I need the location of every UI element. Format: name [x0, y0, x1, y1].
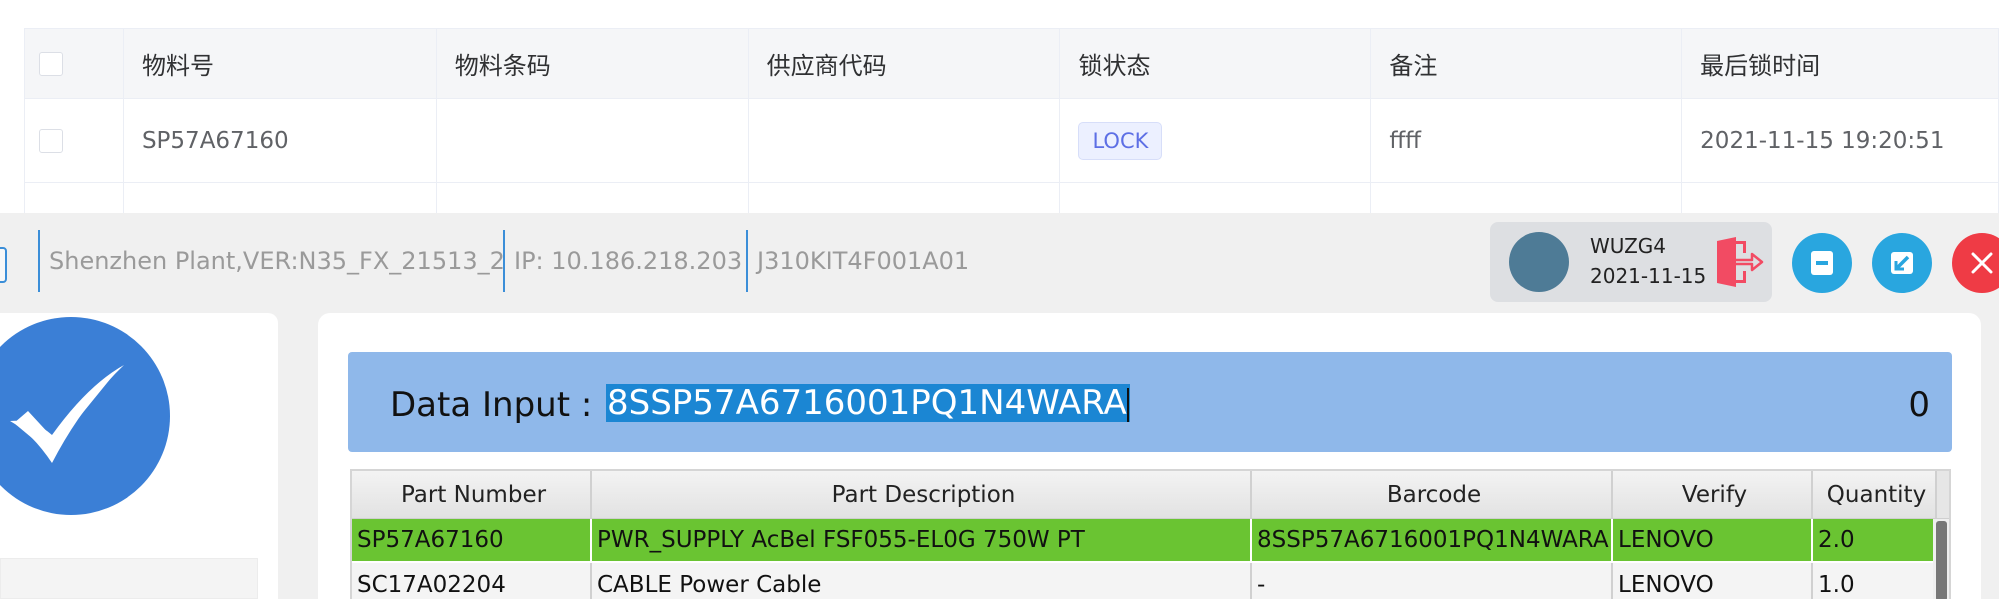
lock-status-badge: LOCK: [1078, 121, 1163, 160]
check-circle-icon: [0, 317, 170, 515]
close-button[interactable]: [1952, 233, 1999, 293]
grid-header-part-number[interactable]: Part Number: [352, 471, 592, 518]
grid-cell-description: PWR_SUPPLY AcBel FSF055-EL0G 750W PT: [592, 519, 1252, 563]
grid-cell-barcode: 8SSP57A6716001PQ1N4WARA: [1252, 519, 1613, 563]
row-checkbox[interactable]: [39, 128, 63, 153]
plant-version-label: Shenzhen Plant,VER:N35_FX_21513_2: [49, 247, 505, 275]
logout-icon[interactable]: [1712, 235, 1764, 289]
grid-header-quantity[interactable]: Quantity: [1813, 471, 1937, 518]
grid-header-barcode[interactable]: Barcode: [1252, 471, 1613, 518]
cell-remark: ffff: [1371, 99, 1683, 182]
select-all-checkbox[interactable]: [39, 51, 63, 76]
login-date: 2021-11-15: [1590, 264, 1707, 288]
status-bar: Shenzhen Plant,VER:N35_FX_21513_2 IP: 10…: [0, 213, 1999, 313]
scan-panel: Data Input : 8SSP57A6716001PQ1N4WARA 0 P…: [318, 313, 1981, 599]
header-remark[interactable]: 备注: [1371, 29, 1683, 98]
status-field-fragment: [0, 247, 7, 283]
minimize-button[interactable]: [1792, 233, 1852, 293]
status-divider: [746, 230, 748, 292]
grid-header: Part Number Part Description Barcode Ver…: [352, 471, 1949, 519]
minimize-icon: [1811, 251, 1833, 275]
grid-cell-verify: LENOVO: [1613, 563, 1813, 599]
grid-cell-verify: LENOVO: [1613, 519, 1813, 563]
result-sub-box: [0, 558, 258, 599]
cell-part-no: SP57A67160: [124, 99, 437, 182]
header-barcode[interactable]: 物料条码: [437, 29, 749, 98]
text-caret: [1126, 387, 1129, 422]
header-select-all[interactable]: [25, 29, 124, 98]
status-divider: [503, 230, 505, 292]
row-select-cell[interactable]: [25, 99, 124, 182]
header-part-no[interactable]: 物料号: [124, 29, 437, 98]
table-header: 物料号 物料条码 供应商代码 锁状态 备注 最后锁时间: [25, 28, 1999, 99]
cell-lock-status: LOCK: [1060, 99, 1372, 182]
station-label: J310KIT4F001A01: [757, 247, 970, 275]
status-divider: [38, 230, 40, 292]
grid-cell-quantity: 1.0: [1813, 563, 1937, 599]
grid-row[interactable]: SP57A67160 PWR_SUPPLY AcBel FSF055-EL0G …: [352, 519, 1949, 563]
cell-last-lock-time: 2021-11-15 19:20:51: [1682, 99, 1999, 182]
table-row[interactable]: SP57A67160 LOCK ffff 2021-11-15 19:20:51: [25, 99, 1999, 183]
cell-barcode: [437, 99, 749, 182]
grid-cell-barcode: -: [1252, 563, 1613, 599]
result-panel: [0, 313, 278, 599]
grid-header-verify[interactable]: Verify: [1613, 471, 1813, 518]
material-lock-table: 物料号 物料条码 供应商代码 锁状态 备注 最后锁时间 SP57A67160 L…: [24, 28, 1999, 243]
restore-icon: [1891, 252, 1913, 274]
cell-supplier: [749, 99, 1061, 182]
data-input-value: 8SSP57A6716001PQ1N4WARA: [607, 383, 1127, 423]
grid-cell-part-number: SC17A02204: [352, 563, 592, 599]
grid-row[interactable]: SC17A02204 CABLE Power Cable - LENOVO 1.…: [352, 563, 1949, 599]
scan-count: 0: [1908, 385, 1930, 425]
data-input-field[interactable]: 8SSP57A6716001PQ1N4WARA: [606, 384, 1130, 422]
grid-scrollbar-thumb[interactable]: [1936, 521, 1947, 599]
data-input-label: Data Input :: [390, 385, 593, 425]
grid-cell-description: CABLE Power Cable: [592, 563, 1252, 599]
grid-cell-quantity: 2.0: [1813, 519, 1937, 563]
scan-app-window: Shenzhen Plant,VER:N35_FX_21513_2 IP: 10…: [0, 213, 1999, 599]
parts-grid: Part Number Part Description Barcode Ver…: [350, 469, 1951, 599]
data-input-bar[interactable]: Data Input : 8SSP57A6716001PQ1N4WARA 0: [348, 352, 1952, 452]
grid-header-description[interactable]: Part Description: [592, 471, 1252, 518]
ip-label: IP: 10.186.218.203: [514, 247, 743, 275]
user-name: WUZG4: [1590, 234, 1666, 258]
header-supplier-code[interactable]: 供应商代码: [749, 29, 1061, 98]
header-last-lock-time[interactable]: 最后锁时间: [1682, 29, 1999, 98]
restore-button[interactable]: [1872, 233, 1932, 293]
close-icon: [1971, 252, 1993, 274]
avatar: [1509, 232, 1569, 292]
user-info-panel: WUZG4 2021-11-15: [1490, 222, 1772, 302]
grid-cell-part-number: SP57A67160: [352, 519, 592, 563]
header-lock-status[interactable]: 锁状态: [1060, 29, 1372, 98]
